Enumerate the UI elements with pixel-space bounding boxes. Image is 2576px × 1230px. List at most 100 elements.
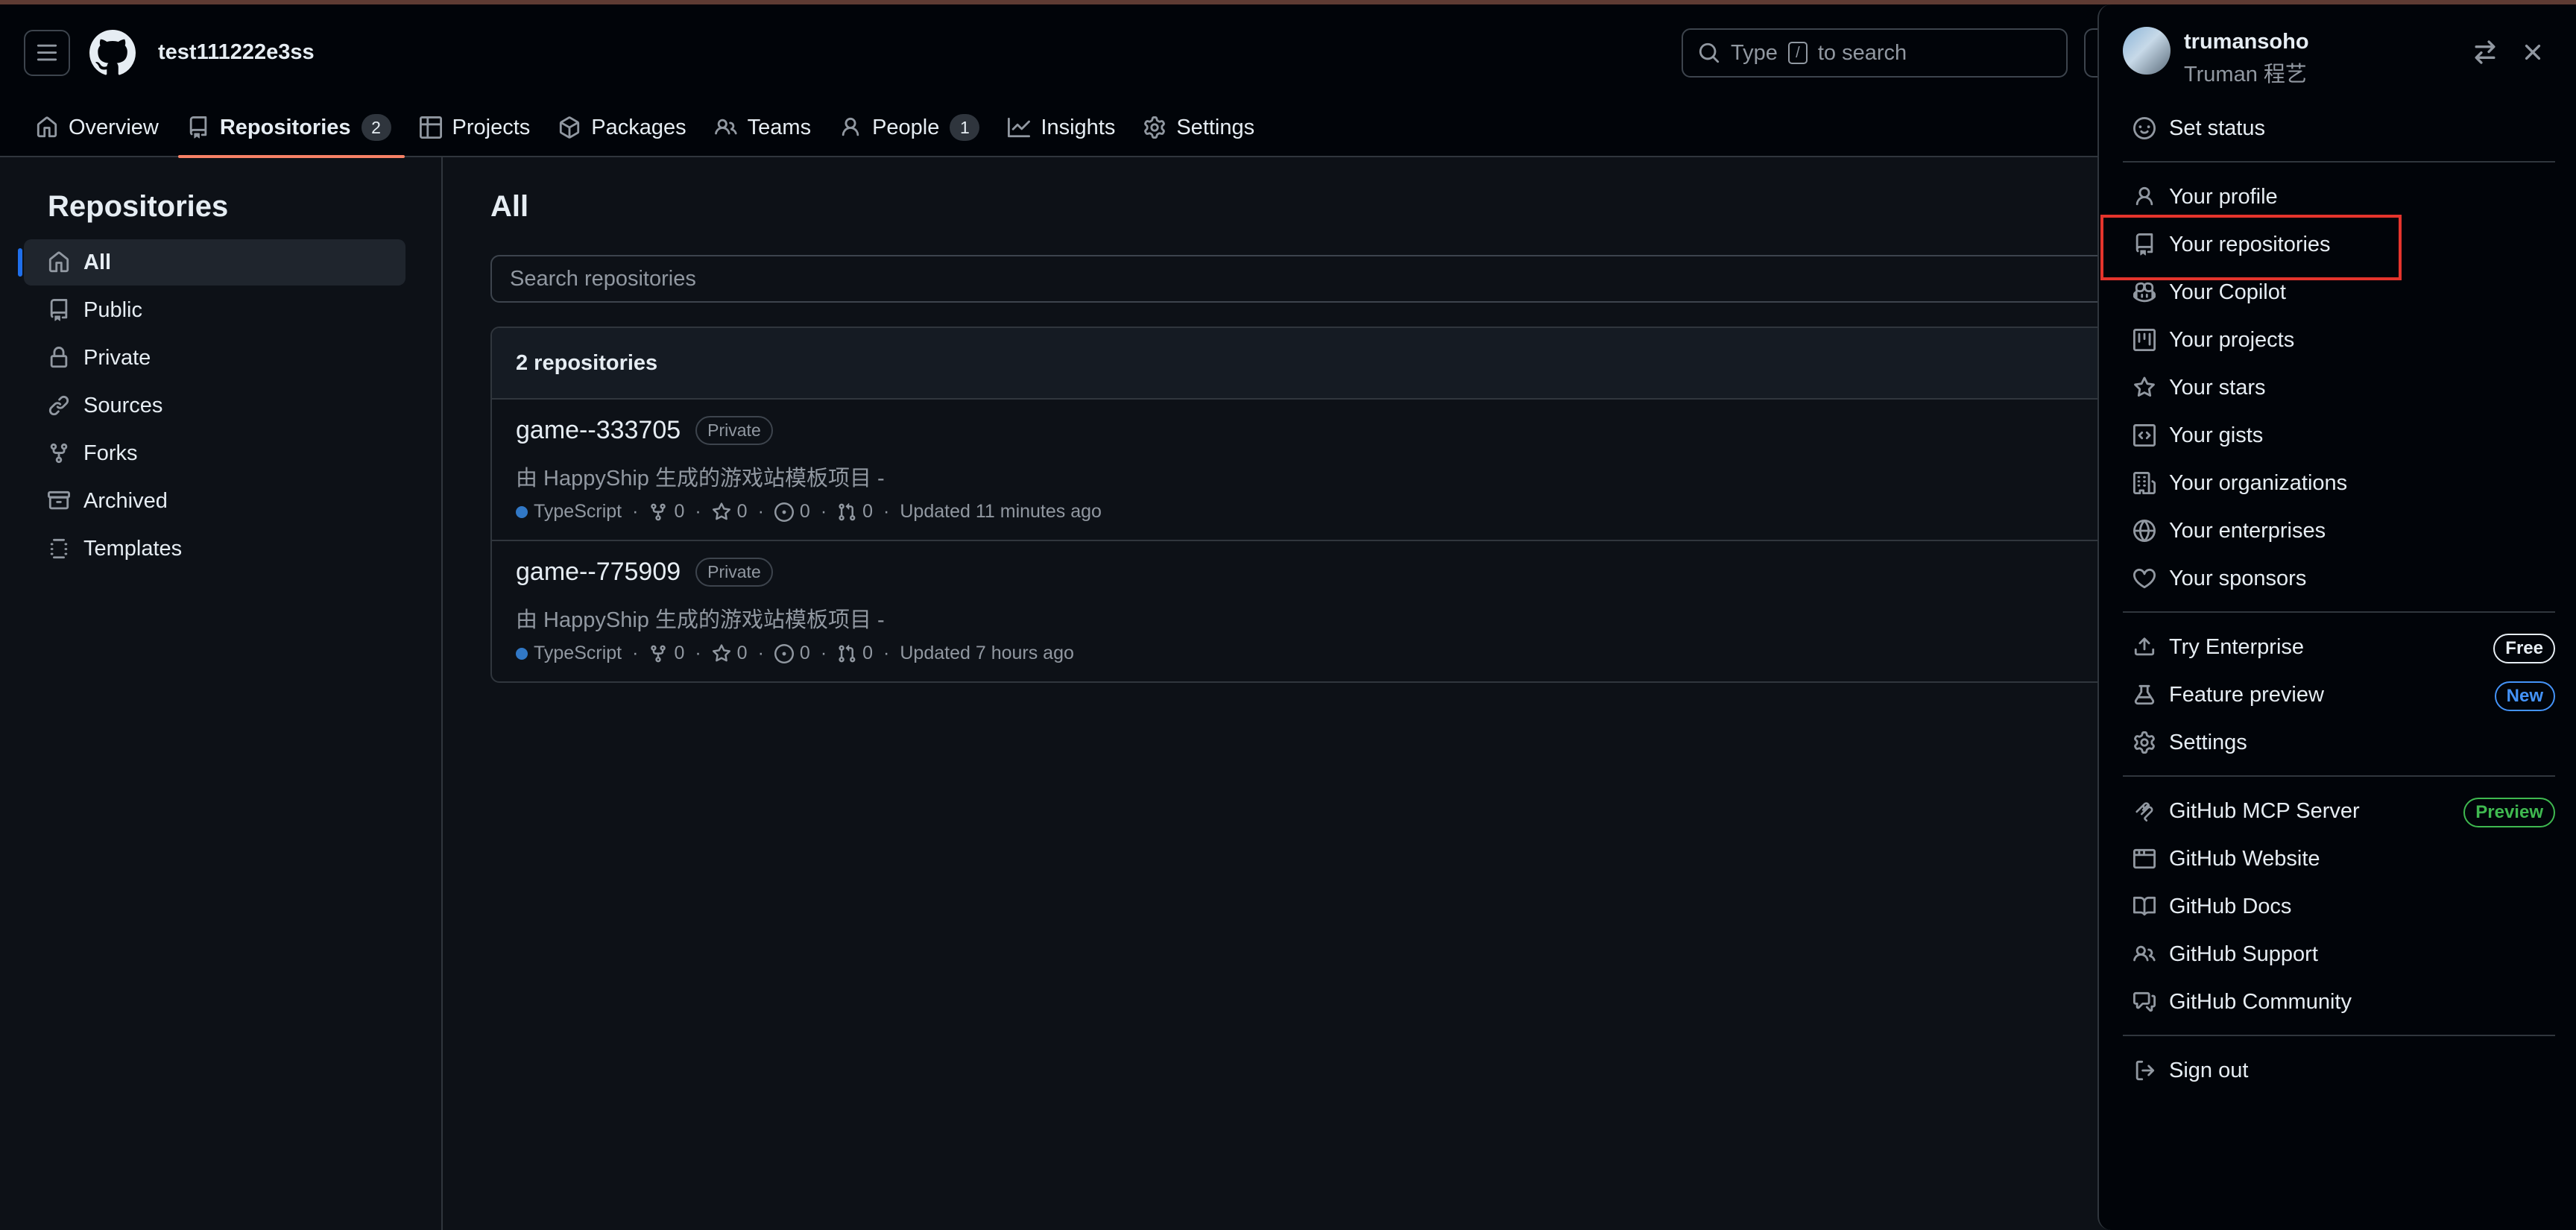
org-nav: Overview Repositories 2 Projects Package… [33, 103, 1280, 158]
pulls-link[interactable]: 0 [837, 501, 873, 523]
issues-count: 0 [799, 501, 810, 522]
sidebar-title: Repositories [48, 190, 229, 223]
close-icon [2525, 44, 2541, 60]
menu-divider [2123, 161, 2555, 163]
pulls-link[interactable]: 0 [837, 643, 873, 664]
sidebar-item-label: Forks [83, 441, 138, 465]
sidebar-item-archived[interactable]: Archived [24, 478, 405, 524]
repo-language: TypeScript [534, 501, 622, 522]
repo-language: TypeScript [534, 643, 622, 663]
menu-item-your-stars[interactable]: Your stars [2123, 364, 2555, 411]
tab-overview[interactable]: Overview [33, 103, 171, 152]
menu-item-your-enterprises[interactable]: Your enterprises [2123, 507, 2555, 555]
repo-icon [2135, 233, 2153, 256]
menu-item-set-status[interactable]: Set status [2123, 104, 2555, 152]
menu-item-your-sponsors[interactable]: Your sponsors [2123, 555, 2555, 602]
menu-item-label: GitHub Support [2169, 942, 2318, 966]
mcp-icon [2135, 802, 2153, 822]
menu-item-label: Your stars [2169, 375, 2266, 400]
menu-item-label: Try Enterprise [2169, 634, 2305, 659]
repo-name-link[interactable]: game--333705 [516, 416, 681, 445]
sidebar-item-label: Sources [83, 393, 163, 417]
arrow-switch-icon [2475, 40, 2496, 64]
repo-metadata: TypeScript · 0 · 0 · 0 · 0 · Updated 11 … [516, 501, 1102, 523]
code-square-icon [2133, 424, 2156, 447]
menu-item-label: Settings [2169, 730, 2247, 754]
tab-repositories-label: Repositories [219, 115, 351, 139]
user-menu-panel: trumansoho Truman 程艺 Set status Your pro… [2097, 4, 2576, 1230]
menu-item-label: GitHub Community [2169, 989, 2352, 1014]
repo-icon [50, 299, 68, 321]
stars-link[interactable]: 0 [712, 643, 748, 664]
fork-icon [651, 503, 666, 520]
tab-insights[interactable]: Insights [1005, 103, 1127, 152]
sidebar-item-sources[interactable]: Sources [24, 382, 405, 429]
global-search-input[interactable]: Type / to search [1682, 28, 2068, 78]
stars-link[interactable]: 0 [712, 501, 748, 523]
tab-projects[interactable]: Projects [417, 103, 543, 152]
menu-item-your-gists[interactable]: Your gists [2123, 411, 2555, 459]
tab-people[interactable]: People 1 [836, 103, 991, 152]
person-icon [2135, 186, 2153, 206]
sidebar-item-forks[interactable]: Forks [24, 430, 405, 476]
menu-item-your-projects[interactable]: Your projects [2123, 316, 2555, 364]
forks-link[interactable]: 0 [648, 501, 684, 523]
tab-repositories[interactable]: Repositories 2 [177, 103, 405, 158]
comment-discussion-icon [2133, 991, 2156, 1012]
menu-item-github-website[interactable]: GitHub Website [2123, 835, 2555, 883]
menu-item-label: GitHub Website [2169, 846, 2320, 871]
menu-item-your-copilot[interactable]: Your Copilot [2123, 268, 2555, 316]
menu-divider [2123, 1035, 2555, 1036]
forks-link[interactable]: 0 [648, 643, 684, 664]
tab-teams[interactable]: Teams [712, 103, 823, 152]
org-name[interactable]: test111222e3ss [158, 40, 315, 65]
language-color-dot [516, 647, 528, 660]
switch-account-button[interactable] [2472, 39, 2501, 69]
menu-item-your-organizations[interactable]: Your organizations [2123, 459, 2555, 507]
menu-item-settings[interactable]: Settings [2123, 719, 2555, 766]
repo-icon [189, 116, 207, 139]
tab-packages[interactable]: Packages [555, 103, 698, 152]
browser-icon [2133, 848, 2156, 869]
people-count-badge: 1 [950, 114, 980, 141]
globe-icon [2133, 520, 2156, 542]
updated-time: Updated 7 hours ago [900, 643, 1074, 663]
issues-link[interactable]: 0 [774, 501, 810, 523]
sidebar-item-templates[interactable]: Templates [24, 526, 405, 572]
issue-icon [774, 502, 794, 522]
menu-item-your-profile[interactable]: Your profile [2123, 173, 2555, 221]
tab-packages-label: Packages [591, 115, 686, 139]
book-icon [2133, 896, 2156, 916]
copilot-icon [2133, 282, 2156, 303]
close-menu-button[interactable] [2519, 39, 2549, 69]
avatar[interactable] [2123, 27, 2171, 75]
menu-item-label: Your Copilot [2169, 280, 2286, 304]
package-icon [560, 116, 580, 139]
menu-item-your-repositories[interactable]: Your repositories [2123, 221, 2555, 268]
menu-item-github-mcp-server[interactable]: GitHub MCP Server Preview [2123, 787, 2555, 835]
sidebar-item-private[interactable]: Private [24, 335, 405, 381]
menu-button[interactable] [24, 30, 70, 76]
repo-name-link[interactable]: game--775909 [516, 558, 681, 587]
new-badge: New [2494, 681, 2555, 711]
sidebar-item-public[interactable]: Public [24, 287, 405, 333]
menu-item-github-docs[interactable]: GitHub Docs [2123, 883, 2555, 930]
menu-item-github-community[interactable]: GitHub Community [2123, 978, 2555, 1026]
menu-item-try-enterprise[interactable]: Try Enterprise Free [2123, 623, 2555, 671]
sidebar-item-label: All [83, 250, 112, 274]
organization-icon [2133, 472, 2156, 494]
menu-item-label: Your sponsors [2169, 566, 2307, 590]
visibility-badge: Private [695, 558, 773, 587]
menu-item-github-support[interactable]: GitHub Support [2123, 930, 2555, 978]
menu-item-feature-preview[interactable]: Feature preview New [2123, 671, 2555, 719]
issues-link[interactable]: 0 [774, 643, 810, 664]
stars-count: 0 [736, 643, 748, 663]
stars-count: 0 [736, 501, 748, 522]
menu-item-sign-out[interactable]: Sign out [2123, 1047, 2555, 1094]
repo-filter-list: All Public Private Sources Forks Archive… [18, 239, 405, 573]
menu-item-label: GitHub Docs [2169, 894, 2292, 918]
tab-settings[interactable]: Settings [1140, 103, 1266, 152]
heart-icon [2133, 568, 2156, 589]
sidebar-item-all[interactable]: All [18, 239, 405, 286]
github-logo-icon[interactable] [89, 30, 136, 76]
